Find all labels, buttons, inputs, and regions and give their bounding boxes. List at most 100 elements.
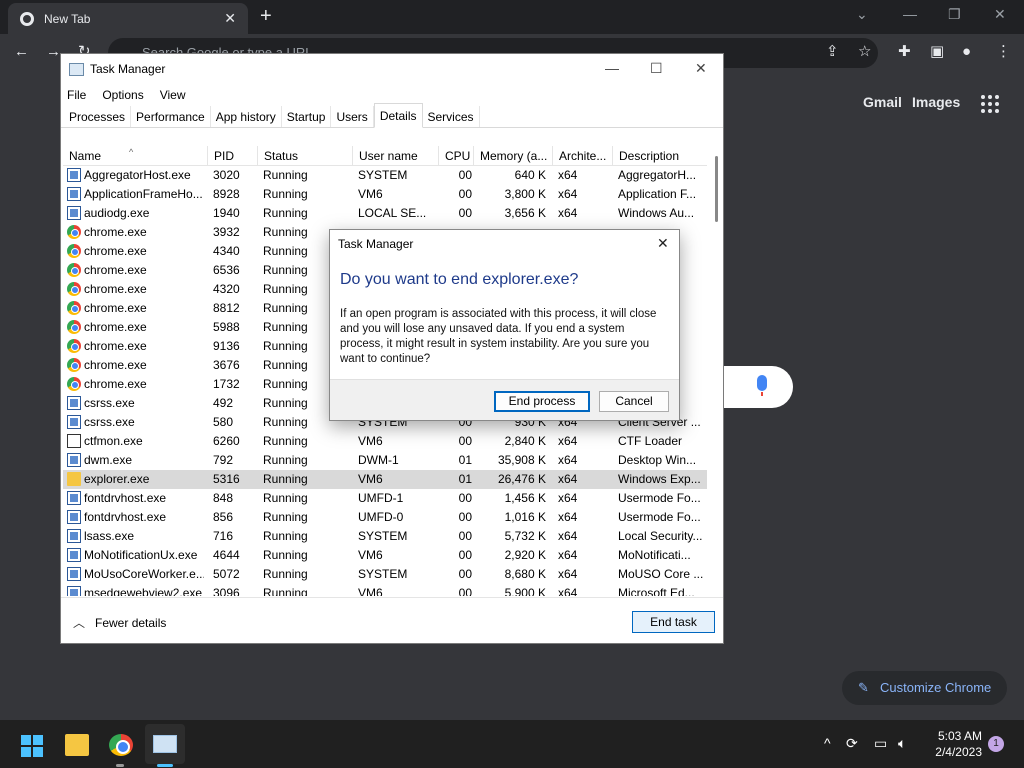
chrome-taskbar-icon[interactable] — [109, 734, 133, 756]
win-process-icon — [67, 548, 81, 562]
cell-user: UMFD-0 — [358, 510, 404, 524]
cancel-button[interactable]: Cancel — [599, 391, 669, 412]
tab-search-icon[interactable]: ⌄ — [856, 6, 868, 23]
col-memory[interactable]: Memory (a... — [473, 146, 552, 166]
cell-status: Running — [263, 339, 308, 353]
cell-arch: x64 — [558, 586, 578, 596]
table-row[interactable]: ApplicationFrameHo... 8928 Running VM6 00 3,8… — [63, 185, 707, 204]
col-status[interactable]: Status — [257, 146, 352, 166]
col-cpu[interactable]: CPU — [438, 146, 473, 166]
forward-icon[interactable]: → — [46, 43, 61, 61]
cell-status: Running — [263, 168, 308, 182]
end-process-button[interactable]: End process — [494, 391, 590, 412]
cell-name: dwm.exe — [84, 453, 133, 467]
minimize-button[interactable]: — — [903, 6, 917, 22]
notification-badge[interactable]: 1 — [988, 736, 1004, 752]
table-row[interactable]: explorer.exe 5316 Running VM6 01 26,476 K x64 W… — [63, 470, 707, 489]
cell-name: fontdrvhost.exe — [84, 491, 167, 505]
table-row[interactable]: audiodg.exe 1940 Running LOCAL SE... 00 3,656… — [63, 204, 707, 223]
cell-pid: 3020 — [213, 168, 240, 182]
col-name[interactable]: ^ Name — [63, 146, 207, 166]
browser-tab[interactable]: New Tab ✕ — [8, 3, 248, 34]
table-row[interactable]: lsass.exe 716 Running SYSTEM 00 5,732 K x64 Loc… — [63, 527, 707, 546]
cell-pid: 848 — [213, 491, 234, 505]
gmail-link[interactable]: Gmail — [863, 94, 902, 110]
bookmark-star-icon[interactable]: ☆ — [858, 43, 871, 61]
cell-name: chrome.exe — [84, 377, 147, 391]
end-task-button[interactable]: End task — [632, 611, 715, 633]
table-row[interactable]: fontdrvhost.exe 856 Running UMFD-0 00 1,016 K… — [63, 508, 707, 527]
col-arch[interactable]: Archite... — [552, 146, 612, 166]
menu-view[interactable]: View — [160, 88, 186, 102]
side-panel-icon[interactable]: ▣ — [930, 43, 944, 61]
tab-startup[interactable]: Startup — [282, 106, 332, 127]
table-row[interactable]: ctfmon.exe 6260 Running VM6 00 2,840 K x64 CTF … — [63, 432, 707, 451]
table-row[interactable]: MoUsoCoreWorker.e... 5072 Running SYSTEM 00 8… — [63, 565, 707, 584]
folder-process-icon — [67, 472, 81, 486]
restore-button[interactable]: ❐ — [948, 6, 961, 23]
tab-details[interactable]: Details — [373, 103, 423, 128]
win-process-icon — [67, 586, 81, 596]
extensions-icon[interactable]: ✚ — [898, 43, 911, 61]
tab-users[interactable]: Users — [331, 106, 374, 127]
cell-arch: x64 — [558, 472, 578, 486]
file-explorer-icon[interactable] — [65, 734, 89, 756]
network-icon[interactable]: ▭ — [874, 735, 887, 752]
images-link[interactable]: Images — [912, 94, 960, 110]
cell-desc: Desktop Win... — [618, 453, 697, 467]
windows-taskbar: ^ ⟳ ▭ 🔈︎ 5:03 AM 2/4/2023 1 — [0, 720, 1024, 768]
cell-user: UMFD-1 — [358, 491, 404, 505]
tab-app-history[interactable]: App history — [211, 106, 282, 127]
microphone-icon[interactable] — [757, 375, 767, 396]
scrollbar-thumb[interactable] — [715, 156, 718, 222]
new-tab-button[interactable]: + — [260, 6, 272, 26]
cell-mem: 3,656 K — [504, 206, 546, 220]
cell-pid: 5988 — [213, 320, 240, 334]
close-tab-icon[interactable]: ✕ — [224, 10, 236, 27]
table-row[interactable]: msedgewebview2.exe 3096 Running VM6 00 5,900 … — [63, 584, 707, 596]
cell-desc: Usermode Fo... — [618, 491, 701, 505]
tab-processes[interactable]: Processes — [64, 106, 132, 127]
customize-chrome-button[interactable]: ✎ Customize Chrome — [842, 671, 1007, 705]
menu-icon[interactable]: ⋮ — [996, 43, 1011, 61]
cell-status: Running — [263, 187, 308, 201]
cell-status: Running — [263, 206, 308, 220]
table-row[interactable]: fontdrvhost.exe 848 Running UMFD-1 00 1,456 K… — [63, 489, 707, 508]
cell-desc: Windows Exp... — [618, 472, 701, 486]
vertical-scrollbar[interactable] — [711, 142, 723, 596]
start-button[interactable] — [21, 735, 43, 757]
google-apps-icon[interactable] — [981, 95, 999, 113]
col-user[interactable]: User name — [352, 146, 438, 166]
close-window-button[interactable]: ✕ — [994, 6, 1006, 23]
show-hidden-icons[interactable]: ^ — [824, 735, 831, 751]
tm-maximize-button[interactable]: ☐ — [650, 60, 663, 77]
tm-minimize-button[interactable]: — — [605, 60, 619, 76]
table-row[interactable]: AggregatorHost.exe 3020 Running SYSTEM 00 640… — [63, 166, 707, 185]
dialog-close-button[interactable]: ✕ — [657, 235, 669, 252]
col-pid[interactable]: PID — [207, 146, 257, 166]
task-manager-taskbar-button[interactable] — [145, 724, 185, 764]
sync-icon[interactable]: ⟳ — [846, 735, 858, 752]
col-description[interactable]: Description — [612, 146, 707, 166]
table-row[interactable]: MoNotificationUx.exe 4644 Running VM6 00 2,92… — [63, 546, 707, 565]
cell-cpu: 00 — [458, 187, 472, 201]
win-process-icon — [67, 187, 81, 201]
profile-icon[interactable]: ● — [962, 43, 971, 61]
table-row[interactable]: dwm.exe 792 Running DWM-1 01 35,908 K x64 Deskt… — [63, 451, 707, 470]
clock[interactable]: 5:03 AM 2/4/2023 — [930, 728, 982, 760]
cell-status: Running — [263, 263, 308, 277]
share-icon[interactable]: ⇪ — [826, 43, 839, 61]
cell-pid: 4644 — [213, 548, 240, 562]
cell-status: Running — [263, 301, 308, 315]
volume-icon[interactable]: 🔈︎ — [898, 735, 906, 752]
tab-services[interactable]: Services — [423, 106, 480, 127]
tab-performance[interactable]: Performance — [131, 106, 211, 127]
back-icon[interactable]: ← — [14, 43, 29, 61]
menu-file[interactable]: File — [67, 88, 86, 102]
tm-close-button[interactable]: ✕ — [695, 60, 707, 77]
cell-user: DWM-1 — [358, 453, 399, 467]
cell-pid: 1732 — [213, 377, 240, 391]
fewer-details-button[interactable]: ︿ Fewer details — [73, 614, 166, 631]
cell-user: VM6 — [358, 586, 383, 596]
menu-options[interactable]: Options — [102, 88, 143, 102]
